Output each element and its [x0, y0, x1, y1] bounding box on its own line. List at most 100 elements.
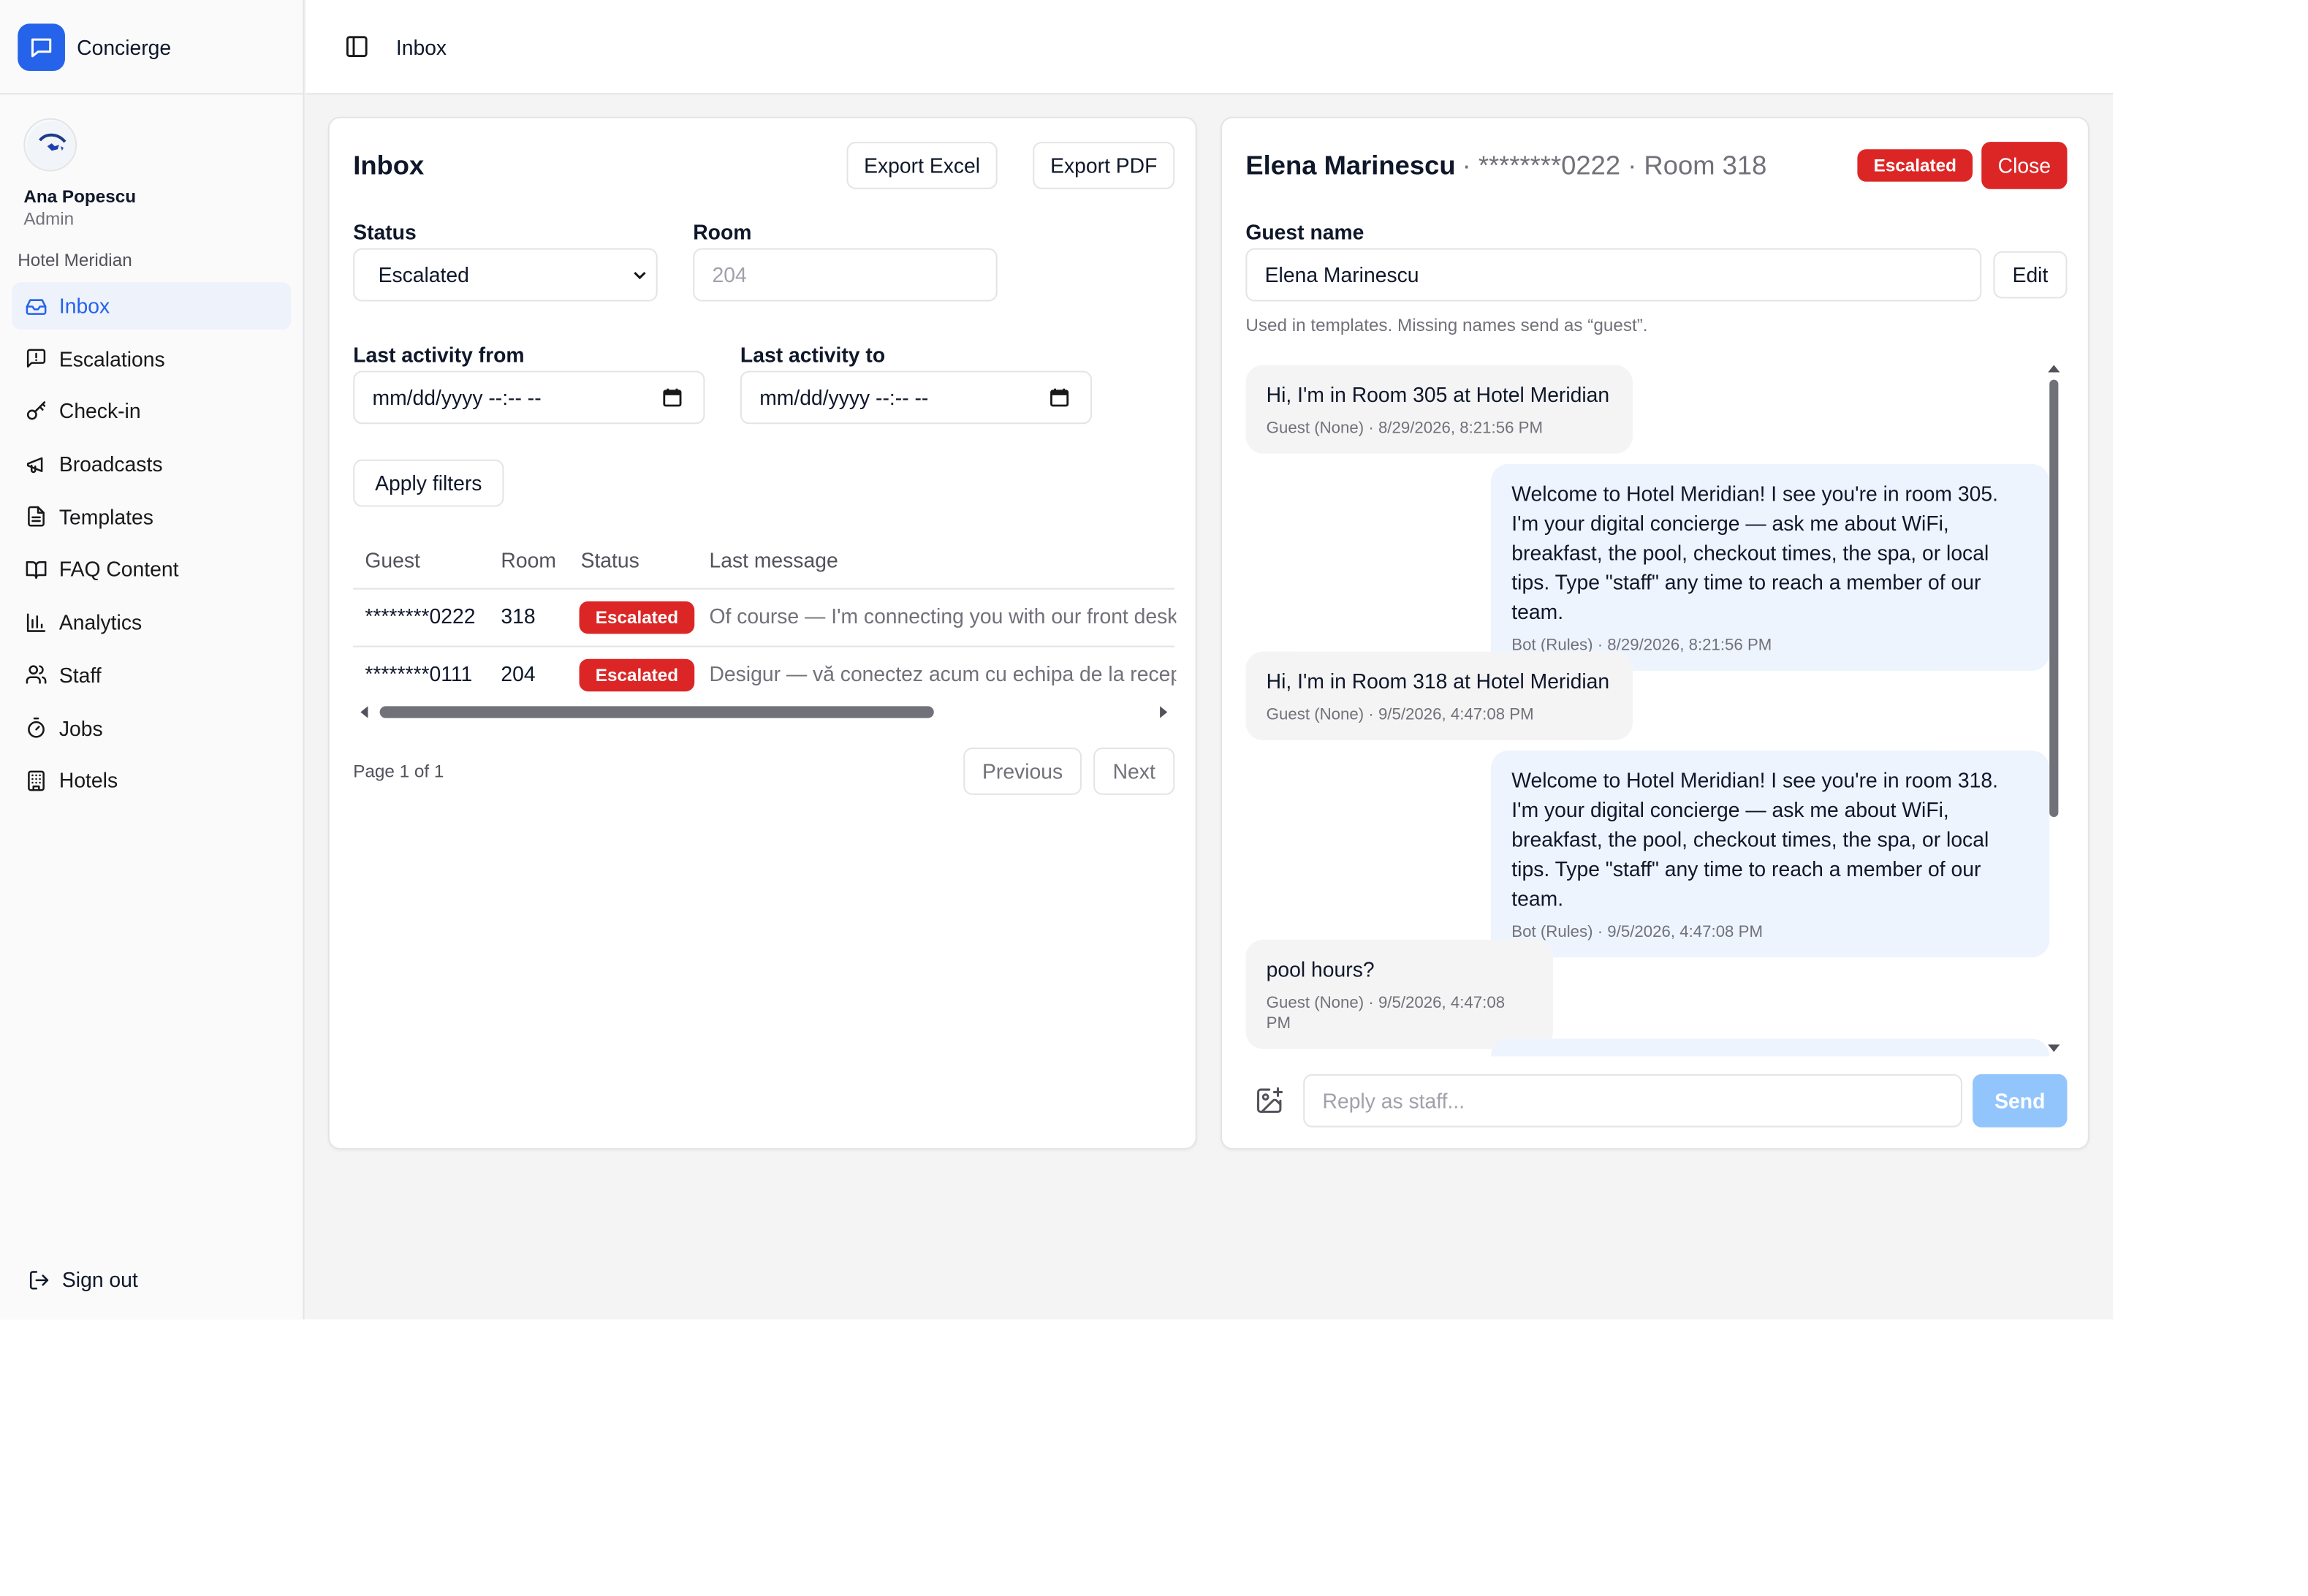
user-role: Admin: [23, 208, 75, 229]
guest-name-value: Elena Marinescu: [1264, 262, 1419, 287]
sidebar-item-inbox[interactable]: Inbox: [12, 282, 292, 330]
next-page-button[interactable]: Next: [1093, 748, 1175, 795]
sidebar-item-label: Broadcasts: [58, 452, 163, 476]
message-meta: Guest (None) · 8/29/2026, 8:21:56 PM: [1266, 419, 1543, 438]
image-plus-icon[interactable]: [1255, 1086, 1284, 1115]
message-meta: Bot (Rules) · 9/5/2026, 4:47:08 PM: [1511, 923, 1763, 941]
calendar-icon[interactable]: [1049, 387, 1069, 408]
message-text: Hi, I'm in Room 318 at Hotel Meridian: [1266, 669, 1610, 694]
sidebar-item-label: Hotels: [58, 768, 118, 793]
sidebar-item-analytics[interactable]: Analytics: [12, 598, 291, 646]
sidebar-item-check-in[interactable]: Check-in: [12, 387, 291, 435]
sidebar-item-label: Staff: [58, 663, 102, 687]
bar-chart-icon: [23, 610, 47, 634]
sign-out-button[interactable]: Sign out: [26, 1267, 138, 1292]
message-thread[interactable]: Hi, I'm in Room 305 at Hotel Meridian Gu…: [1245, 365, 2067, 1057]
status-select[interactable]: Escalated: [353, 248, 658, 302]
close-conversation-button[interactable]: Close: [1981, 142, 2068, 189]
status-badge: Escalated: [1857, 149, 1973, 182]
room-input-placeholder: 204: [712, 262, 747, 287]
message-text: Welcome to Hotel Meridian! I see you're …: [1511, 482, 1998, 624]
guest-name-input[interactable]: Elena Marinescu: [1245, 248, 1982, 302]
reply-placeholder: Reply as staff...: [1322, 1089, 1465, 1113]
user-profile: Ana Popescu Admin: [0, 94, 303, 229]
sidebar-toggle-icon[interactable]: [343, 33, 369, 59]
date-input-value: mm/dd/yyyy --:-- --: [372, 385, 542, 410]
sidebar-item-staff[interactable]: Staff: [12, 651, 291, 699]
chevron-down-icon: [634, 271, 646, 280]
horizontal-scrollbar[interactable]: [353, 700, 1174, 723]
sidebar-item-templates[interactable]: Templates: [12, 493, 291, 541]
status-label: Status: [353, 220, 417, 244]
building-icon: [23, 769, 47, 792]
guest-name-help-text: Used in templates. Missing names send as…: [1245, 314, 1648, 335]
last-activity-from-input[interactable]: mm/dd/yyyy --:-- --: [353, 370, 705, 425]
export-pdf-button[interactable]: Export PDF: [1033, 142, 1175, 189]
last-activity-to-input[interactable]: mm/dd/yyyy --:-- --: [740, 370, 1093, 425]
conversation-header: Elena Marinescu · ********0222 · Room 31…: [1245, 151, 1766, 181]
column-header-guest[interactable]: Guest: [365, 548, 420, 571]
export-excel-button[interactable]: Export Excel: [846, 142, 998, 189]
message-alert-icon: [23, 346, 47, 370]
vertical-scrollbar[interactable]: [2045, 365, 2062, 1056]
guest-phone: ********0111: [365, 661, 473, 686]
message-meta: Guest (None) · 9/5/2026, 4:47:08 PM: [1266, 994, 1506, 1033]
send-button[interactable]: Send: [1973, 1074, 2068, 1128]
room-input[interactable]: 204: [693, 248, 998, 302]
status-select-value: Escalated: [378, 262, 469, 287]
file-text-icon: [23, 505, 47, 528]
sidebar-item-label: Templates: [58, 504, 153, 529]
sidebar-item-label: Escalations: [58, 346, 165, 370]
topbar: Inbox: [305, 0, 2114, 95]
sidebar-item-broadcasts[interactable]: Broadcasts: [12, 441, 291, 488]
scroll-left-icon: [360, 706, 368, 718]
column-header-status[interactable]: Status: [581, 548, 639, 571]
avatar[interactable]: [23, 118, 77, 172]
sidebar-item-jobs[interactable]: Jobs: [12, 704, 291, 751]
sidebar-item-escalations[interactable]: Escalations: [12, 335, 291, 382]
room-number: 204: [501, 661, 536, 686]
bot-message: Welcome to Hotel Meridian! I see you're …: [1490, 463, 2050, 671]
brand: Concierge: [0, 0, 303, 95]
sidebar-item-hotels[interactable]: Hotels: [12, 757, 291, 805]
message-text: pool hours?: [1266, 957, 1375, 981]
app-name: Concierge: [77, 34, 172, 58]
sidebar: Concierge Ana Popescu Admin Hotel Meridi…: [0, 0, 305, 1320]
room-label: Room: [693, 220, 752, 244]
guest-phone: ********0222: [365, 604, 476, 628]
sidebar-item-label: FAQ Content: [58, 558, 179, 582]
apply-filters-button[interactable]: Apply filters: [353, 459, 504, 507]
guest-message: pool hours? Guest (None) · 9/5/2026, 4:4…: [1245, 939, 1553, 1049]
chat-bubble-logo-icon: [18, 23, 65, 71]
previous-page-button[interactable]: Previous: [963, 748, 1082, 795]
edit-guest-name-button[interactable]: Edit: [1993, 251, 2068, 299]
guest-phone-room: · ********0222 · Room 318: [1462, 151, 1767, 180]
sidebar-item-faq-content[interactable]: FAQ Content: [12, 546, 291, 593]
last-activity-from-label: Last activity from: [353, 343, 525, 367]
column-header-room[interactable]: Room: [501, 548, 556, 571]
column-header-last-message[interactable]: Last message: [709, 548, 838, 571]
bot-message: Welcome to Hotel Meridian! I see you're …: [1490, 750, 2050, 958]
guest-name-label: Guest name: [1245, 220, 1364, 244]
key-icon: [23, 400, 47, 423]
last-message: Of course — I'm connecting you with our …: [709, 604, 1177, 628]
guest-name-heading: Elena Marinescu: [1245, 151, 1456, 180]
table-row[interactable]: ********0222 318 Escalated Of course — I…: [353, 590, 1177, 646]
scroll-up-icon: [2048, 365, 2060, 373]
sign-out-label: Sign out: [61, 1267, 138, 1292]
guest-message: Hi, I'm in Room 318 at Hotel Meridian Gu…: [1245, 651, 1633, 740]
status-badge: Escalated: [579, 658, 695, 692]
scrollbar-thumb: [379, 706, 934, 718]
last-message: Desigur — vă conectez acum cu echipa de …: [709, 661, 1177, 686]
reply-input[interactable]: Reply as staff...: [1303, 1074, 1962, 1128]
bot-message: [1490, 1038, 2050, 1057]
table-row[interactable]: ********0111 204 Escalated Desigur — vă …: [353, 647, 1177, 704]
calendar-icon[interactable]: [662, 387, 683, 408]
scrollbar-thumb: [2049, 379, 2059, 818]
guest-message: Hi, I'm in Room 305 at Hotel Meridian Gu…: [1245, 365, 1633, 454]
message-text: Welcome to Hotel Meridian! I see you're …: [1511, 768, 1998, 911]
status-badge: Escalated: [579, 601, 695, 634]
sidebar-nav: Inbox Escalations Check-in Broadcasts Te…: [0, 282, 303, 804]
page-title: Inbox: [353, 151, 425, 180]
megaphone-icon: [23, 452, 47, 476]
